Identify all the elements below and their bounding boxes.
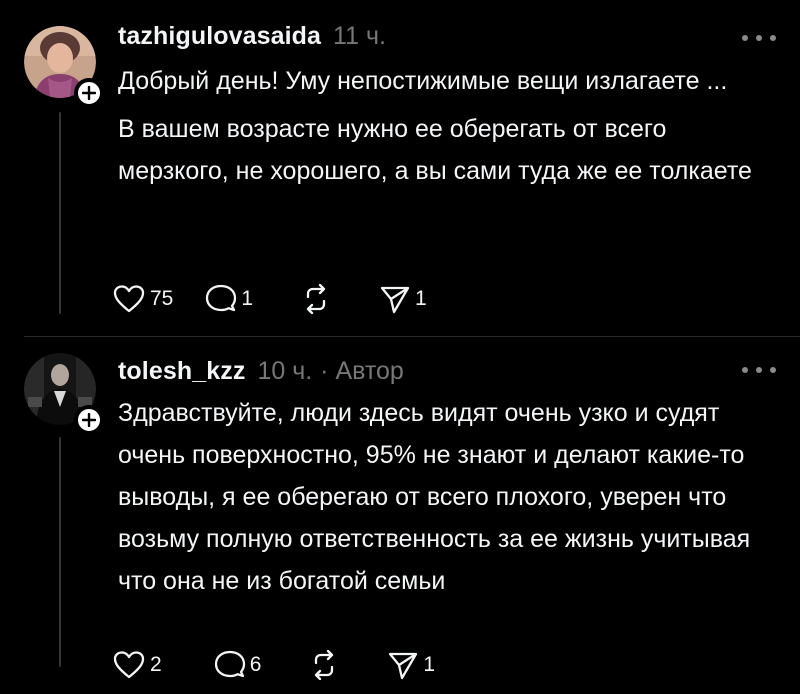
comment-paragraph: Добрый день! Уму непостижимые вещи излаг…	[118, 67, 728, 95]
author-tag: · Автор	[320, 357, 404, 385]
reply-button[interactable]: 6	[214, 650, 262, 680]
dot	[756, 367, 762, 373]
send-icon	[380, 286, 410, 314]
repost-button[interactable]	[301, 284, 331, 314]
comment-header: tazhigulovasaida 11 ч.	[118, 22, 386, 51]
dot	[742, 35, 748, 41]
plus-icon	[82, 413, 96, 427]
comment-paragraph: Здравствуйте, люди здесь видят очень узк…	[118, 399, 751, 595]
comment-text: Здравствуйте, люди здесь видят очень узк…	[118, 392, 783, 602]
follow-button[interactable]	[74, 405, 104, 435]
reply-count: 1	[241, 287, 254, 310]
comment-header: tolesh_kzz 10 ч. · Автор	[118, 357, 404, 386]
comment-text: Добрый день! Уму непостижимые вещи излаг…	[118, 60, 778, 192]
dot	[770, 35, 776, 41]
timestamp: 11 ч.	[333, 22, 386, 50]
heart-icon	[113, 651, 145, 679]
action-bar: 75 1 1	[112, 282, 459, 316]
avatar[interactable]	[24, 353, 104, 435]
like-count: 75	[150, 287, 174, 310]
reply-count: 6	[249, 653, 262, 676]
username[interactable]: tolesh_kzz	[118, 357, 245, 386]
action-bar: 2 6 1	[112, 648, 467, 682]
dot	[742, 367, 748, 373]
share-count: 1	[415, 287, 427, 310]
repost-button[interactable]	[309, 650, 339, 680]
heart-icon	[113, 285, 145, 313]
follow-button[interactable]	[74, 78, 104, 108]
dot	[770, 367, 776, 373]
comment-paragraph: В вашем возрасте нужно ее оберегать от в…	[118, 115, 752, 185]
comment-item: tazhigulovasaida 11 ч. Добрый день! Уму …	[0, 0, 800, 336]
repost-icon	[306, 284, 326, 314]
avatar[interactable]	[24, 26, 104, 108]
username[interactable]: tazhigulovasaida	[118, 22, 321, 51]
comment-item: tolesh_kzz 10 ч. · Автор Здравствуйте, л…	[0, 337, 800, 694]
thread-line	[59, 112, 61, 314]
thread-line	[59, 437, 61, 667]
like-count: 2	[150, 653, 162, 676]
share-button[interactable]: 1	[379, 284, 427, 314]
more-dots-icon[interactable]	[742, 32, 776, 44]
more-dots-icon[interactable]	[742, 364, 776, 376]
repost-icon	[315, 650, 334, 680]
plus-icon	[82, 86, 96, 100]
timestamp: 10 ч.	[257, 357, 313, 385]
like-button[interactable]: 75	[112, 284, 173, 314]
send-icon	[389, 652, 418, 680]
share-count: 1	[423, 653, 436, 676]
comment-icon	[206, 284, 237, 312]
share-button[interactable]: 1	[387, 650, 435, 680]
reply-button[interactable]: 1	[205, 284, 253, 314]
dot	[756, 35, 762, 41]
like-button[interactable]: 2	[112, 650, 162, 680]
comment-icon	[214, 650, 245, 678]
